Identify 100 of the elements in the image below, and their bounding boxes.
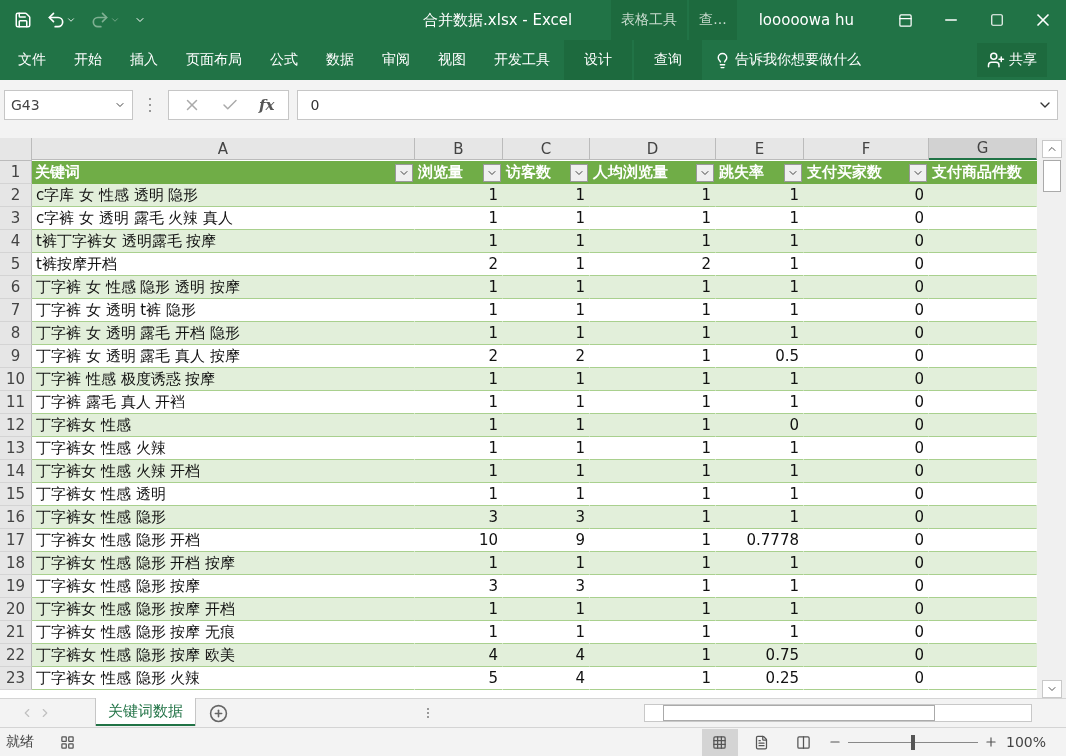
row-header[interactable]: 4 xyxy=(0,230,32,253)
table-cell: 丁字裤女 性感 xyxy=(32,414,415,437)
row-header[interactable]: 16 xyxy=(0,506,32,529)
row-header[interactable]: 7 xyxy=(0,299,32,322)
row-header[interactable]: 3 xyxy=(0,207,32,230)
row-header[interactable]: 14 xyxy=(0,460,32,483)
table-cell: 1 xyxy=(716,460,804,483)
table-cell: 1 xyxy=(716,598,804,621)
insert-function-button[interactable]: fx xyxy=(259,96,275,114)
ribbon-tab[interactable]: 文件 xyxy=(4,40,60,80)
ribbon-tab[interactable]: 审阅 xyxy=(368,40,424,80)
zoom-in-icon[interactable] xyxy=(983,735,998,749)
name-box[interactable]: G43 xyxy=(4,90,133,120)
zoom-thumb[interactable] xyxy=(910,734,915,750)
scroll-thumb[interactable] xyxy=(663,705,935,721)
row-header[interactable]: 23 xyxy=(0,667,32,690)
table-cell: 0 xyxy=(804,184,929,207)
table-cell: 0 xyxy=(804,368,929,391)
ribbon-tab[interactable]: 公式 xyxy=(256,40,312,80)
table-cell: 1 xyxy=(415,552,503,575)
table-cell: 0 xyxy=(716,414,804,437)
drag-handle-icon[interactable] xyxy=(149,98,152,112)
horizontal-scrollbar[interactable] xyxy=(644,704,1032,722)
row-header[interactable]: 2 xyxy=(0,184,32,207)
scroll-thumb[interactable] xyxy=(1042,160,1061,192)
column-header[interactable]: E xyxy=(716,138,804,160)
table-cell: 1 xyxy=(716,552,804,575)
column-header[interactable]: D xyxy=(590,138,716,160)
ribbon-tab[interactable]: 开发工具 xyxy=(480,40,564,80)
row-header[interactable]: 20 xyxy=(0,598,32,621)
row-header[interactable]: 15 xyxy=(0,483,32,506)
drag-handle-icon[interactable] xyxy=(427,708,429,718)
row-header[interactable]: 6 xyxy=(0,276,32,299)
row-header[interactable]: 12 xyxy=(0,414,32,437)
row-header[interactable]: 8 xyxy=(0,322,32,345)
share-button[interactable]: 共享 xyxy=(977,43,1047,77)
column-header[interactable]: B xyxy=(415,138,503,160)
column-header[interactable]: G xyxy=(929,138,1037,160)
ribbon-tab[interactable]: 数据 xyxy=(312,40,368,80)
filter-button[interactable] xyxy=(909,163,927,182)
ribbon-tab[interactable]: 查询 xyxy=(634,40,702,80)
header-label: 跳失率 xyxy=(719,163,764,182)
row-header[interactable]: 5 xyxy=(0,253,32,276)
view-button[interactable] xyxy=(701,728,738,756)
table-cell: 丁字裤女 性感 隐形 开档 xyxy=(32,529,415,552)
filter-button[interactable] xyxy=(784,163,802,182)
macro-icon[interactable] xyxy=(60,734,75,750)
table-cell: 1 xyxy=(590,230,716,253)
table-cell: 丁字裤 女 透明 t裤 隐形 xyxy=(32,299,415,322)
column-header[interactable]: F xyxy=(804,138,929,160)
select-all-corner[interactable] xyxy=(0,138,32,161)
filter-button[interactable] xyxy=(570,163,588,182)
row-header[interactable]: 11 xyxy=(0,391,32,414)
user-name[interactable]: looooowa hu xyxy=(758,11,854,29)
filter-button[interactable] xyxy=(395,163,413,182)
ribbon-tab[interactable]: 开始 xyxy=(60,40,116,80)
row-header[interactable]: 18 xyxy=(0,552,32,575)
zoom-level[interactable]: 100% xyxy=(1005,734,1046,750)
scroll-down-icon[interactable] xyxy=(1041,680,1062,698)
table-cell: 1 xyxy=(415,598,503,621)
table-cell: 1 xyxy=(590,460,716,483)
ribbon-tab[interactable]: 页面布局 xyxy=(172,40,256,80)
filter-button[interactable] xyxy=(696,163,714,182)
column-header[interactable]: A xyxy=(32,138,415,160)
add-sheet-icon[interactable] xyxy=(209,703,228,723)
save-icon[interactable] xyxy=(14,11,32,29)
redo-icon[interactable] xyxy=(90,10,120,30)
row-header[interactable]: 9 xyxy=(0,345,32,368)
table-cell: 丁字裤女 性感 火辣 xyxy=(32,437,415,460)
ribbon-tab[interactable]: 插入 xyxy=(116,40,172,80)
row-header[interactable]: 13 xyxy=(0,437,32,460)
formula-field[interactable]: 0 xyxy=(297,90,1058,120)
ribbon-tab[interactable]: 视图 xyxy=(424,40,480,80)
column-header[interactable]: C xyxy=(503,138,590,160)
row-header[interactable]: 1 xyxy=(0,161,32,184)
table-cell: 1 xyxy=(590,368,716,391)
table-cell: 1 xyxy=(716,322,804,345)
row-header[interactable]: 17 xyxy=(0,529,32,552)
table-cell: 1 xyxy=(590,322,716,345)
sheet-tab[interactable]: 关键词数据 xyxy=(96,698,195,726)
tell-me-field[interactable]: 告诉我你想要做什么 xyxy=(735,51,861,69)
scroll-up-icon[interactable] xyxy=(1041,140,1062,158)
row-header[interactable]: 22 xyxy=(0,644,32,667)
table-cell: 0 xyxy=(804,552,929,575)
contextual-tab-label[interactable]: 表格工具 xyxy=(611,0,688,40)
contextual-tab-label[interactable]: 查... xyxy=(689,0,737,40)
table-cell: 1 xyxy=(415,184,503,207)
columns-icon xyxy=(796,734,812,750)
table-cell: 0 xyxy=(804,414,929,437)
table-cell: 丁字裤 露毛 真人 开裆 xyxy=(32,391,415,414)
ribbon-tab[interactable]: 设计 xyxy=(564,40,632,80)
table-cell: 4 xyxy=(503,644,590,667)
row-header[interactable]: 21 xyxy=(0,621,32,644)
table-cell: t裤按摩开档 xyxy=(32,253,415,276)
filter-button[interactable] xyxy=(483,163,501,182)
undo-icon[interactable] xyxy=(46,10,76,30)
row-header[interactable]: 10 xyxy=(0,368,32,391)
table-cell: 1 xyxy=(716,230,804,253)
row-header[interactable]: 19 xyxy=(0,575,32,598)
table-cell: 1 xyxy=(716,368,804,391)
